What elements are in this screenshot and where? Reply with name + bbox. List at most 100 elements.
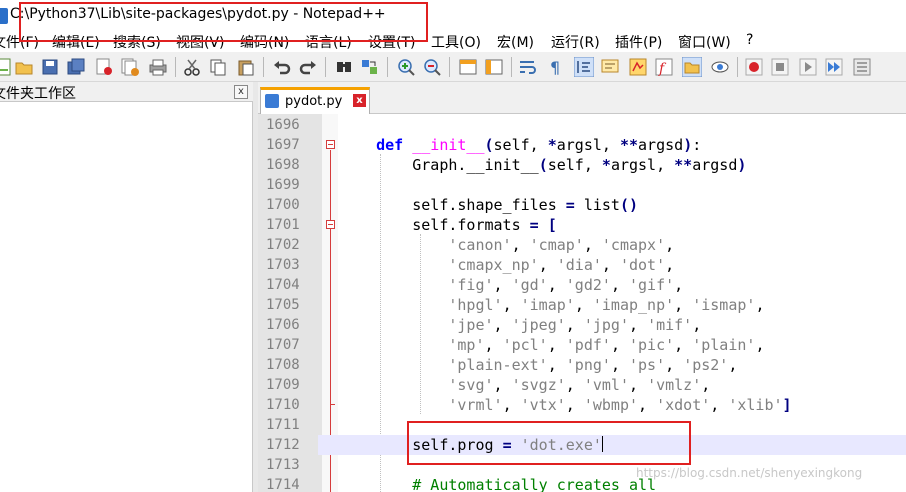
code-text: 'jpe', 'jpeg', 'jpg', 'mif', [448, 316, 702, 334]
cut-icon[interactable] [182, 57, 202, 77]
code-line[interactable]: 1710 'vrml', 'vtx', 'wbmp', 'xdot', 'xli… [258, 395, 906, 415]
word-wrap-icon[interactable] [518, 57, 538, 77]
tab-close-button[interactable]: x [353, 94, 366, 107]
indent-guide-icon[interactable] [574, 57, 594, 77]
monitoring-icon[interactable] [710, 57, 730, 77]
replace-icon[interactable] [360, 57, 380, 77]
find-icon[interactable] [334, 57, 354, 77]
code-line[interactable]: 1701 self.formats = [ [258, 215, 906, 235]
play-macro-icon[interactable] [798, 57, 818, 77]
print-icon[interactable] [148, 57, 168, 77]
zoom-out-icon[interactable] [422, 57, 442, 77]
sync-horizontal-icon[interactable] [484, 57, 504, 77]
code-line[interactable]: 1702 'canon', 'cmap', 'cmapx', [258, 235, 906, 255]
doc-map-icon[interactable] [628, 57, 648, 77]
code-line[interactable]: 1709 'svg', 'svgz', 'vml', 'vmlz', [258, 375, 906, 395]
menu-run[interactable]: 运行(R) [551, 32, 600, 52]
folder-workspace-panel: 文件夹工作区 x [0, 82, 253, 492]
code-text: Graph.__init__(self, *argsl, **argsd) [340, 156, 747, 174]
title-annotation-box [19, 2, 428, 42]
code-text: self.shape_files = list() [340, 196, 639, 214]
code-text: def __init__(self, *argsl, **argsd): [376, 136, 702, 154]
line-number: 1696 [266, 117, 300, 133]
save-all-icon[interactable] [66, 57, 86, 77]
code-text: 'fig', 'gd', 'gd2', 'gif', [448, 276, 684, 294]
show-all-chars-icon[interactable]: ¶ [546, 57, 566, 77]
toolbar-separator [325, 57, 326, 77]
line-number: 1713 [266, 457, 300, 473]
user-language-icon[interactable] [600, 57, 620, 77]
save-macro-icon[interactable] [852, 57, 872, 77]
code-line[interactable]: 1703 'cmapx_np', 'dia', 'dot', [258, 255, 906, 275]
svg-text:¶: ¶ [550, 58, 560, 77]
line-number: 1706 [266, 317, 300, 333]
code-line[interactable]: 1698 Graph.__init__(self, *argsl, **args… [258, 155, 906, 175]
code-line[interactable]: 1699 [258, 175, 906, 195]
code-text: self.formats = [ [340, 216, 557, 234]
code-line[interactable]: 1700 self.shape_files = list() [258, 195, 906, 215]
line-number: 1703 [266, 257, 300, 273]
code-text: 'cmapx_np', 'dia', 'dot', [448, 256, 675, 274]
line-number: 1699 [266, 177, 300, 193]
line-number: 1714 [266, 477, 300, 492]
function-list-icon[interactable]: f [654, 57, 674, 77]
line-number: 1705 [266, 297, 300, 313]
zoom-in-icon[interactable] [396, 57, 416, 77]
line-number: 1700 [266, 197, 300, 213]
toolbar: ¶ f [0, 52, 906, 82]
code-text: 'hpgl', 'imap', 'imap_np', 'ismap', [448, 296, 765, 314]
code-text: 'mp', 'pcl', 'pdf', 'pic', 'plain', [448, 336, 765, 354]
line-number: 1697 [266, 137, 300, 153]
line-number: 1704 [266, 277, 300, 293]
panel-header: 文件夹工作区 x [0, 82, 253, 102]
line-number: 1708 [266, 357, 300, 373]
menu-help[interactable]: ? [746, 32, 753, 48]
line-number: 1710 [266, 397, 300, 413]
line-number: 1712 [258, 435, 318, 455]
run-macro-multiple-icon[interactable] [824, 57, 844, 77]
redo-icon[interactable] [298, 57, 318, 77]
code-annotation-box [407, 421, 691, 465]
code-text: 'svg', 'svgz', 'vml', 'vmlz', [448, 376, 711, 394]
code-text: 'plain-ext', 'png', 'ps', 'ps2', [448, 356, 738, 374]
code-line[interactable]: 1697 def __init__(self, *argsl, **argsd)… [258, 135, 906, 155]
toolbar-separator [263, 57, 264, 77]
code-line[interactable]: 1696 [258, 115, 906, 135]
line-number: 1701 [266, 217, 300, 233]
new-file-icon[interactable] [0, 57, 14, 77]
close-icon[interactable] [94, 57, 114, 77]
sync-vertical-icon[interactable] [458, 57, 478, 77]
menu-plugins[interactable]: 插件(P) [615, 32, 662, 52]
tab-label: pydot.py [285, 94, 343, 109]
record-macro-icon[interactable] [744, 57, 764, 77]
code-line[interactable]: 1708 'plain-ext', 'png', 'ps', 'ps2', [258, 355, 906, 375]
line-number: 1709 [266, 377, 300, 393]
line-number: 1707 [266, 337, 300, 353]
menu-macro[interactable]: 宏(M) [497, 32, 534, 52]
folder-workspace-icon[interactable] [682, 57, 702, 77]
code-line[interactable]: 1704 'fig', 'gd', 'gd2', 'gif', [258, 275, 906, 295]
close-all-icon[interactable] [120, 57, 140, 77]
toolbar-separator [387, 57, 388, 77]
stop-macro-icon[interactable] [770, 57, 790, 77]
tab-pydot-py[interactable]: pydot.py x [260, 87, 370, 114]
toolbar-separator [737, 57, 738, 77]
paste-icon[interactable] [236, 57, 256, 77]
code-line[interactable]: 1707 'mp', 'pcl', 'pdf', 'pic', 'plain', [258, 335, 906, 355]
code-text: # Automatically creates all [412, 476, 657, 492]
code-text: 'canon', 'cmap', 'cmapx', [448, 236, 675, 254]
undo-icon[interactable] [272, 57, 292, 77]
notepad-plus-plus-app-icon [0, 8, 8, 24]
menu-tools[interactable]: 工具(O) [431, 32, 481, 52]
open-file-icon[interactable] [14, 57, 34, 77]
document-tab-bar: pydot.py x [258, 82, 906, 114]
save-icon[interactable] [40, 57, 60, 77]
panel-title: 文件夹工作区 [0, 86, 76, 102]
line-number: 1711 [266, 417, 300, 433]
panel-close-button[interactable]: x [234, 85, 248, 99]
copy-icon[interactable] [208, 57, 228, 77]
code-line[interactable]: 1706 'jpe', 'jpeg', 'jpg', 'mif', [258, 315, 906, 335]
menu-window[interactable]: 窗口(W) [678, 32, 731, 52]
toolbar-separator [449, 57, 450, 77]
code-line[interactable]: 1705 'hpgl', 'imap', 'imap_np', 'ismap', [258, 295, 906, 315]
